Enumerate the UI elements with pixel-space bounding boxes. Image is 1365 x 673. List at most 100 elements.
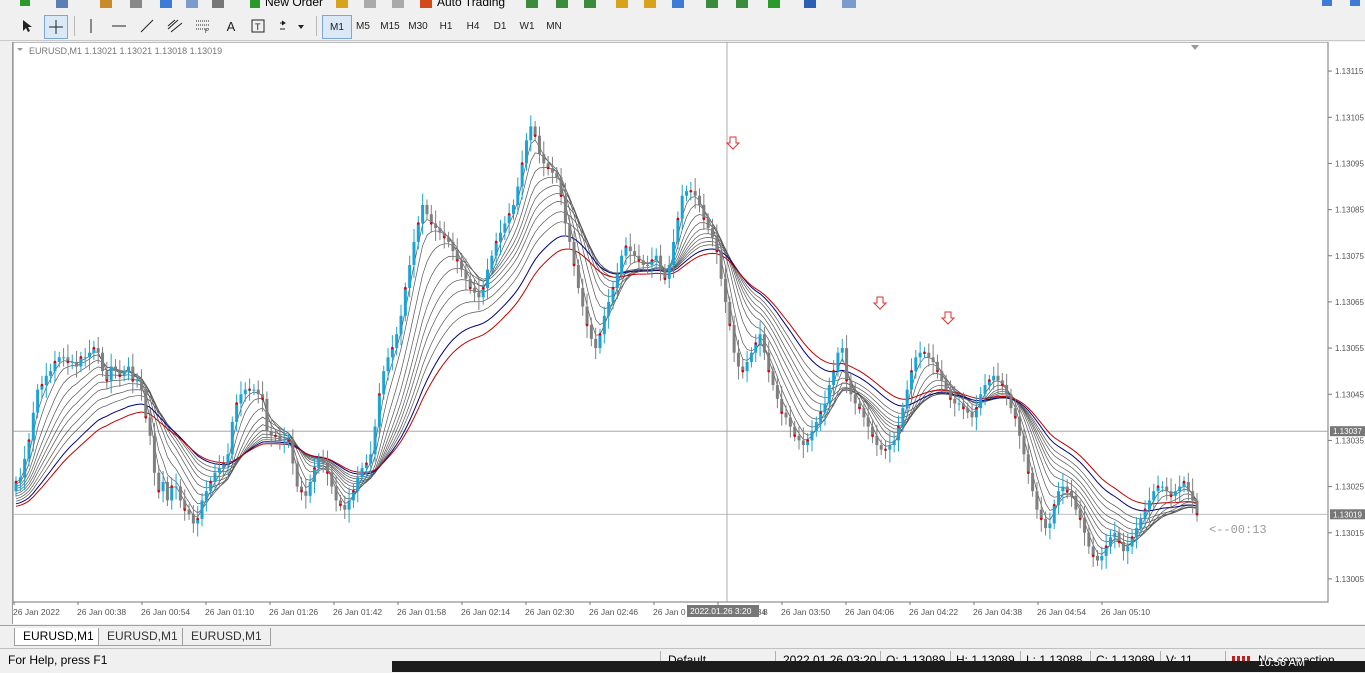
- community-icon[interactable]: [1350, 0, 1360, 6]
- arrows-dropdown[interactable]: [276, 15, 306, 37]
- timeframe-m1[interactable]: M1: [322, 15, 352, 39]
- tab-eurusd-m1-3[interactable]: EURUSD,M1: [182, 628, 271, 646]
- candle-body: [347, 500, 351, 510]
- shift-marker-icon[interactable]: [1191, 45, 1199, 50]
- candle-body: [161, 481, 165, 492]
- candle-body: [888, 445, 892, 450]
- periods-icon[interactable]: [804, 0, 816, 8]
- candle-body: [762, 334, 766, 353]
- timeframe-d1[interactable]: D1: [486, 15, 514, 37]
- price-label: 1.13075: [1335, 252, 1364, 261]
- close-dot: [624, 245, 628, 248]
- close-dot: [157, 489, 161, 493]
- close-dot: [27, 439, 31, 442]
- timeframe-m30[interactable]: M30: [404, 15, 432, 37]
- timeframe-m5[interactable]: M5: [349, 15, 377, 37]
- indicators-icon[interactable]: [768, 0, 780, 8]
- line-chart-icon[interactable]: [584, 0, 596, 8]
- close-dot: [637, 259, 641, 262]
- search-icon[interactable]: [212, 0, 224, 8]
- candle-body: [1005, 385, 1009, 395]
- market-watch-icon[interactable]: [100, 0, 112, 8]
- profiles-icon[interactable]: [56, 0, 68, 8]
- meta-editor-icon[interactable]: [336, 0, 348, 8]
- candle-body: [243, 389, 247, 395]
- vertical-line-icon: [90, 19, 92, 33]
- eurusd-chart[interactable]: 1.13115 1.13105 1.13095 1.13085 1.13075 1.130…: [13, 42, 1365, 624]
- cursor-tool[interactable]: [16, 15, 38, 37]
- tile-windows-icon[interactable]: [672, 0, 684, 8]
- price-label: 1.13105: [1335, 113, 1364, 122]
- tester-icon[interactable]: [186, 0, 198, 8]
- tab-eurusd-m1-1[interactable]: EURUSD,M1: [14, 628, 103, 646]
- timeframe-h4[interactable]: H4: [459, 15, 487, 37]
- candle-body: [239, 394, 243, 404]
- candle-body: [719, 251, 723, 279]
- tab-eurusd-m1-2[interactable]: EURUSD,M1: [98, 628, 187, 646]
- help-text: For Help, press F1: [8, 653, 108, 667]
- auto-trading-button[interactable]: Auto Trading: [437, 0, 505, 9]
- new-chart-icon[interactable]: [20, 0, 30, 6]
- account-search-icon[interactable]: [1322, 0, 1332, 6]
- candle-body: [23, 458, 27, 478]
- text-tool[interactable]: A: [222, 15, 240, 37]
- crosshair-tool[interactable]: [44, 15, 68, 39]
- current-price-label: 1.13019: [1333, 510, 1362, 519]
- candle-body: [1026, 454, 1030, 473]
- close-dot: [404, 286, 407, 290]
- close-dot: [429, 222, 433, 225]
- taskbar-clock[interactable]: 10:56 AM: [1259, 657, 1305, 669]
- candle-body: [585, 306, 589, 325]
- candlestick-icon[interactable]: [556, 0, 568, 8]
- chart-shift-icon[interactable]: [706, 0, 718, 8]
- crosshair-lines: [13, 42, 1329, 603]
- candle-body: [101, 352, 105, 372]
- candle-body: [974, 408, 978, 418]
- autoscroll-icon[interactable]: [736, 0, 748, 8]
- candle-body: [265, 398, 269, 432]
- timeframe-w1[interactable]: W1: [513, 15, 541, 37]
- vps-icon[interactable]: [392, 0, 404, 8]
- candle-body: [646, 264, 650, 266]
- equidistant-channel-tool[interactable]: [164, 15, 186, 37]
- text-label-tool[interactable]: T: [248, 15, 268, 37]
- candle-body: [1070, 491, 1074, 496]
- navigator-icon[interactable]: [130, 0, 142, 8]
- candle-body: [676, 218, 680, 242]
- candle-body: [200, 500, 204, 519]
- candle-body: [165, 481, 169, 501]
- candle-body: [659, 255, 663, 270]
- candle-body: [31, 412, 35, 441]
- candle-body: [1130, 537, 1134, 547]
- zoom-out-icon[interactable]: [644, 0, 656, 8]
- bar-chart-icon[interactable]: [526, 0, 538, 8]
- signals-icon[interactable]: [364, 0, 376, 8]
- chart-window[interactable]: 1.13115 1.13105 1.13095 1.13085 1.13075 1.130…: [12, 42, 1365, 624]
- candle-body: [1121, 541, 1125, 552]
- candle-body: [563, 195, 567, 224]
- candle-body: [866, 417, 870, 427]
- terminal-icon[interactable]: [160, 0, 172, 8]
- close-dot: [92, 346, 96, 350]
- vertical-line-tool[interactable]: [82, 15, 100, 37]
- candle-body: [412, 241, 416, 265]
- candle-body: [157, 472, 161, 492]
- timeframe-mn[interactable]: MN: [540, 15, 568, 37]
- zoom-in-icon[interactable]: [616, 0, 628, 8]
- close-dot: [546, 166, 550, 170]
- close-dot: [105, 379, 109, 382]
- horizontal-line-tool[interactable]: [108, 15, 130, 37]
- templates-icon[interactable]: [842, 0, 856, 8]
- candle-body: [308, 481, 312, 496]
- sell-arrow-icon: [940, 311, 956, 325]
- timeframe-m15[interactable]: M15: [376, 15, 404, 37]
- candle-body: [27, 440, 31, 459]
- fibonacci-tool[interactable]: F: [192, 15, 214, 37]
- candle-body: [836, 352, 840, 372]
- timeframe-h1[interactable]: H1: [432, 15, 460, 37]
- new-order-button[interactable]: New Order: [265, 0, 323, 9]
- close-dot: [819, 411, 822, 415]
- close-dot: [1091, 554, 1095, 558]
- trendline-tool[interactable]: [136, 15, 158, 37]
- candle-body: [235, 403, 239, 422]
